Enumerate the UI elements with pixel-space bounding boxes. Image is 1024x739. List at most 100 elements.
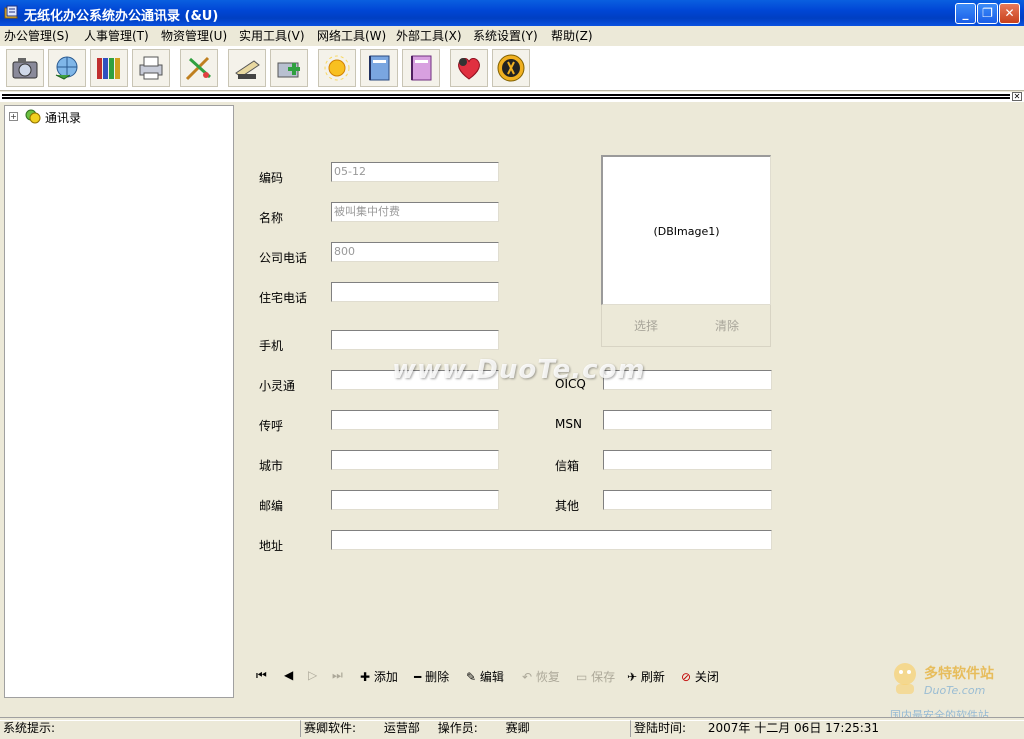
status-login-time: 2007年 十二月 06日 17:25:31	[707, 721, 880, 735]
status-operator-label: 操作员:	[437, 721, 478, 735]
refresh-icon: ✈	[627, 670, 638, 684]
office-phone-field[interactable]: 800	[331, 242, 499, 262]
other-field[interactable]	[603, 490, 772, 510]
splitter-grip	[2, 94, 1010, 99]
toolbar-notebook-pink-button[interactable]	[402, 49, 440, 87]
mobile-field[interactable]	[331, 330, 499, 350]
toolbar	[0, 46, 1024, 91]
minimize-button[interactable]: _	[955, 3, 976, 24]
msn-field[interactable]	[603, 410, 772, 430]
status-login-label: 登陆时间:	[634, 721, 687, 735]
status-login-panel: 登陆时间: 2007年 十二月 06日 17:25:31	[630, 720, 1024, 737]
refresh-button[interactable]: ✈ 刷新	[627, 668, 665, 685]
tree-expand-icon[interactable]: +	[9, 112, 18, 121]
save-label: 保存	[591, 670, 616, 684]
refresh-label: 刷新	[640, 670, 665, 684]
first-record-icon: ⏮	[256, 668, 267, 682]
toolbar-camera-button[interactable]	[6, 49, 44, 87]
menu-utilities[interactable]: 实用工具(V)	[239, 28, 305, 44]
sun-icon	[324, 55, 350, 81]
add-button[interactable]: ✚ 添加	[360, 668, 398, 685]
restore-label: 恢复	[535, 670, 560, 684]
mascot-icon	[894, 663, 916, 694]
notebook-pink-icon	[411, 55, 432, 81]
close-button[interactable]: ✕	[999, 3, 1020, 24]
label-pager: 传呼	[259, 419, 284, 433]
status-company: 赛卿软件:	[304, 721, 357, 735]
restore-icon: ↶	[522, 670, 533, 684]
restore-button[interactable]: ↶ 恢复	[522, 668, 560, 685]
photo-clear-button[interactable]: 清除	[715, 317, 739, 334]
prev-record-icon: ◀	[284, 668, 294, 682]
photo-caption: (DBImage1)	[653, 225, 720, 238]
close-circle-icon: ⊘	[681, 670, 692, 684]
edit-icon: ✎	[466, 670, 477, 684]
tree-node-contacts[interactable]: 通讯录	[45, 109, 81, 126]
label-city: 城市	[259, 459, 284, 473]
heart-icon	[458, 58, 480, 80]
delete-label: 删除	[425, 670, 450, 684]
books-icon	[97, 58, 120, 79]
minimize-icon: _	[962, 6, 969, 20]
label-address: 地址	[259, 539, 284, 553]
nav-first-button[interactable]: ⏮	[256, 668, 267, 683]
dock-splitter[interactable]: ✕	[0, 92, 1024, 102]
app-icon	[4, 5, 18, 19]
label-email: 信箱	[555, 459, 580, 473]
notebook-blue-icon	[369, 55, 390, 81]
contacts-tree[interactable]: + 通讯录	[4, 105, 234, 698]
menu-office[interactable]: 办公管理(S)	[4, 28, 69, 44]
nav-next-button[interactable]: ▷	[308, 668, 317, 682]
menu-personnel[interactable]: 人事管理(T)	[84, 28, 149, 44]
address-field[interactable]	[331, 530, 772, 550]
close-label: 关闭	[694, 670, 719, 684]
delete-button[interactable]: ━ 删除	[414, 668, 449, 685]
name-field[interactable]: 被叫集中付费	[331, 202, 499, 222]
label-msn: MSN	[555, 417, 582, 431]
toolbar-scanner-button[interactable]	[228, 49, 266, 87]
nav-prev-button[interactable]: ◀	[284, 668, 293, 682]
toolbar-exit-button[interactable]	[492, 49, 530, 87]
toolbar-network-button[interactable]	[48, 49, 86, 87]
menu-external-tools[interactable]: 外部工具(X)	[396, 28, 462, 44]
photo-select-button[interactable]: 选择	[634, 317, 658, 334]
address-book-node-icon	[25, 109, 41, 124]
label-phs: 小灵通	[259, 379, 296, 393]
photo-buttons-panel: 选择 清除	[601, 305, 771, 347]
toolbar-tools-button[interactable]	[180, 49, 218, 87]
save-icon: ▭	[576, 670, 588, 684]
toolbar-heart-button[interactable]	[450, 49, 488, 87]
toolbar-books-button[interactable]	[90, 49, 128, 87]
restore-button[interactable]: ❐	[977, 3, 998, 24]
install-icon	[277, 62, 300, 78]
toolbar-printer-button[interactable]	[132, 49, 170, 87]
toolbar-notebook-blue-button[interactable]	[360, 49, 398, 87]
status-dept: 运营部	[383, 721, 420, 735]
window-title: 无纸化办公系统办公通讯录 (&U)	[24, 9, 219, 24]
pager-field[interactable]	[331, 410, 499, 430]
menu-materials[interactable]: 物资管理(U)	[161, 28, 227, 44]
home-phone-field[interactable]	[331, 282, 499, 302]
status-hint-label: 系统提示:	[3, 721, 56, 735]
code-field[interactable]: 05-12	[331, 162, 499, 182]
edit-button[interactable]: ✎ 编辑	[466, 668, 504, 685]
email-field[interactable]	[603, 450, 772, 470]
label-code: 编码	[259, 171, 284, 185]
label-zip: 邮编	[259, 499, 284, 513]
close-form-button[interactable]: ⊘ 关闭	[681, 668, 719, 685]
toolbar-install-button[interactable]	[270, 49, 308, 87]
menu-network-tools[interactable]: 网络工具(W)	[317, 28, 386, 44]
duote-logo: 多特软件站 DuoTe.com 国内最安全的软件站	[888, 660, 1022, 722]
status-operator: 赛卿	[505, 721, 530, 735]
exit-icon	[497, 54, 525, 82]
photo-image-box[interactable]: (DBImage1)	[601, 155, 771, 305]
menu-settings[interactable]: 系统设置(Y)	[473, 28, 538, 44]
city-field[interactable]	[331, 450, 499, 470]
menu-help[interactable]: 帮助(Z)	[551, 28, 593, 44]
save-button[interactable]: ▭ 保存	[576, 668, 615, 685]
label-office-phone: 公司电话	[259, 251, 308, 265]
zip-field[interactable]	[331, 490, 499, 510]
toolbar-sun-button[interactable]	[318, 49, 356, 87]
dock-close-icon[interactable]: ✕	[1012, 92, 1022, 101]
nav-last-button[interactable]: ⏭	[332, 668, 343, 683]
